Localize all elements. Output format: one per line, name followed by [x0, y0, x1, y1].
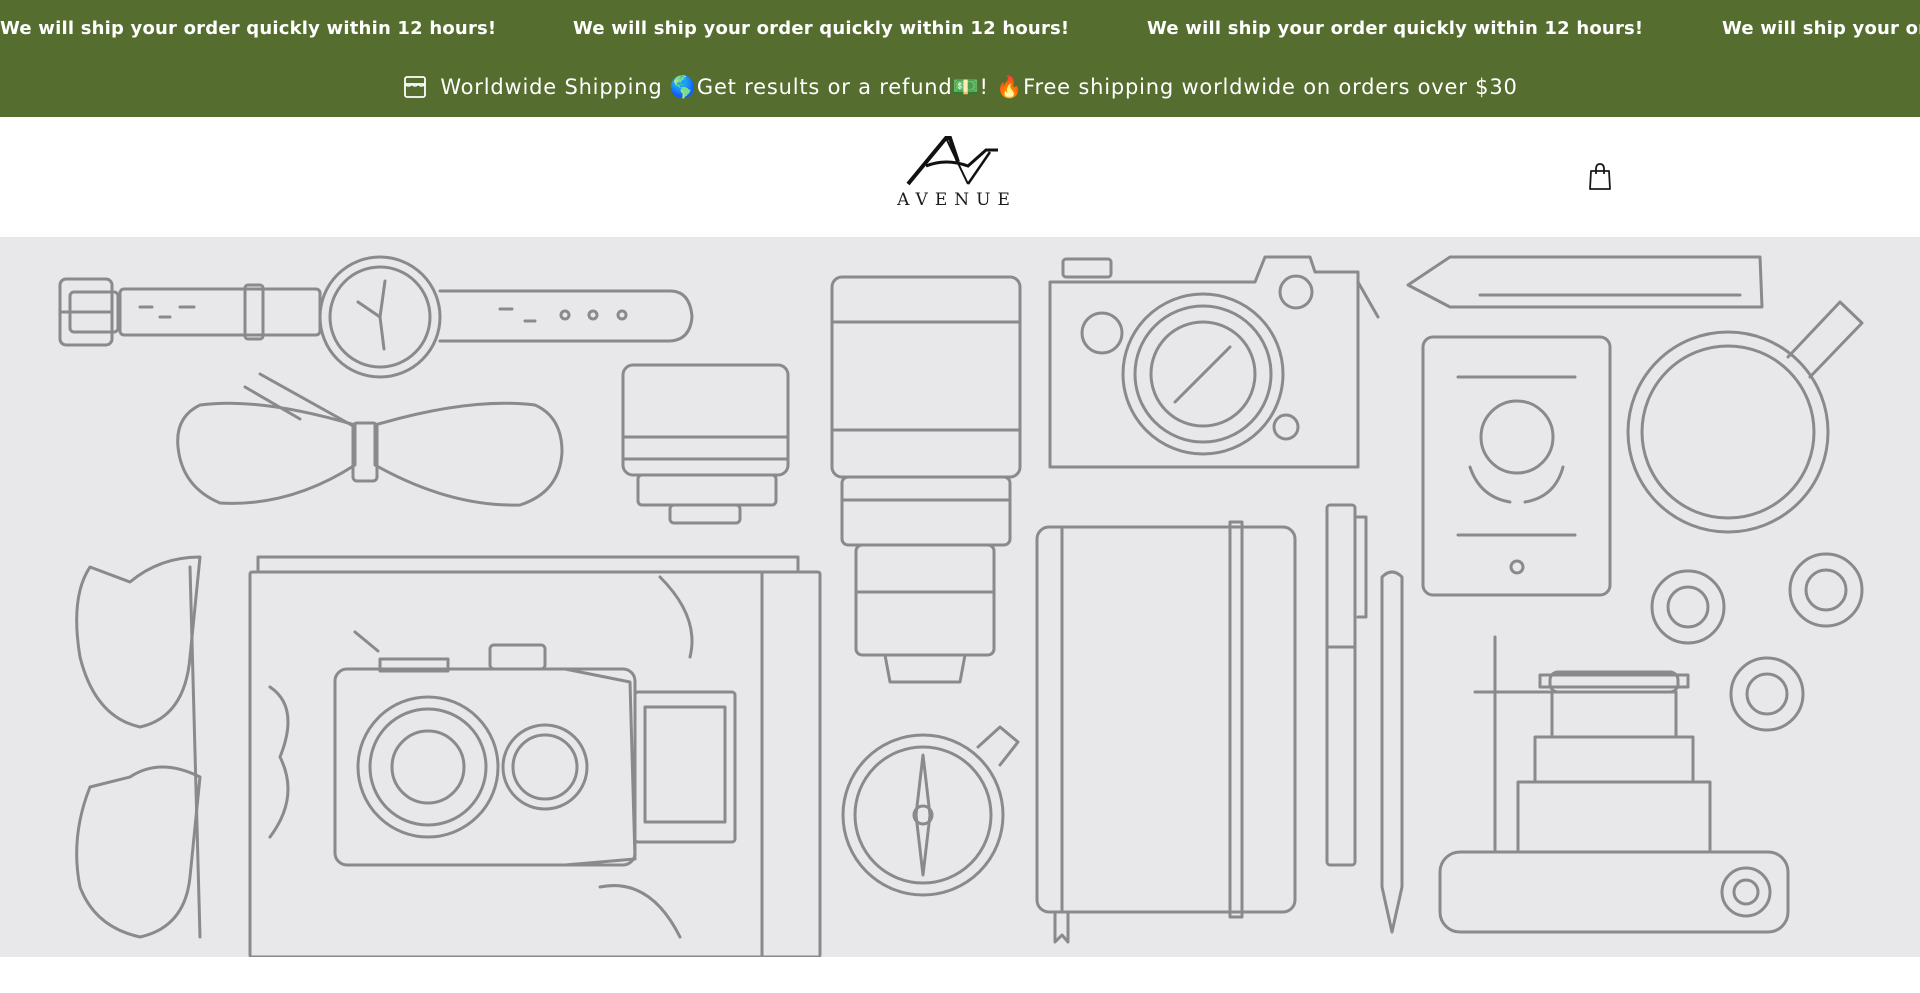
marquee-message: We will ship your order quickly within 1…: [1147, 18, 1644, 39]
sunglasses-illustration: [75, 555, 202, 939]
hero-banner-image: [0, 237, 1920, 957]
marquee-message: We will ship your order quickly within 1…: [573, 18, 1070, 39]
wristwatch-illustration: [58, 255, 694, 379]
announcement-bar: We will ship your order quickly within 1…: [0, 0, 1920, 117]
compass-illustration: [841, 725, 1020, 897]
passport-illustration: [1421, 335, 1612, 597]
logo-text: AVENUE: [897, 190, 1017, 210]
coffee-mug-illustration: [1626, 300, 1864, 534]
instant-camera-illustration: [1438, 635, 1790, 934]
zoom-lens-illustration: [830, 275, 1022, 684]
notebook-illustration: [1035, 520, 1297, 944]
camera-lens-small-illustration: [621, 363, 790, 525]
announcement-text: Worldwide Shipping 🌎Get results or a ref…: [440, 74, 1518, 99]
map-and-camera-illustration: [248, 555, 822, 957]
pen-illustration: [1325, 503, 1368, 867]
pencil-vertical-illustration: [1380, 570, 1404, 934]
film-camera-illustration: [1048, 255, 1380, 469]
logo-mark: [906, 136, 998, 186]
announcement-text-row[interactable]: Worldwide Shipping 🌎Get results or a ref…: [0, 70, 1920, 104]
shipping-marquee: We will ship your order quickly within 1…: [0, 10, 1920, 48]
travel-gear-illustration: [58, 255, 1864, 957]
bowtie-illustration: [176, 372, 564, 507]
store-icon: [404, 76, 427, 98]
marquee-message: We will ship your order quickly within 1…: [0, 18, 497, 39]
pencil-illustration: [1406, 255, 1764, 309]
logo[interactable]: AVENUE: [886, 132, 1028, 216]
marquee-message: We will ship your order quickly within 1…: [1722, 18, 1920, 39]
shopping-bag-icon[interactable]: [1586, 162, 1614, 192]
film-roll-illustrations: [1650, 552, 1864, 732]
